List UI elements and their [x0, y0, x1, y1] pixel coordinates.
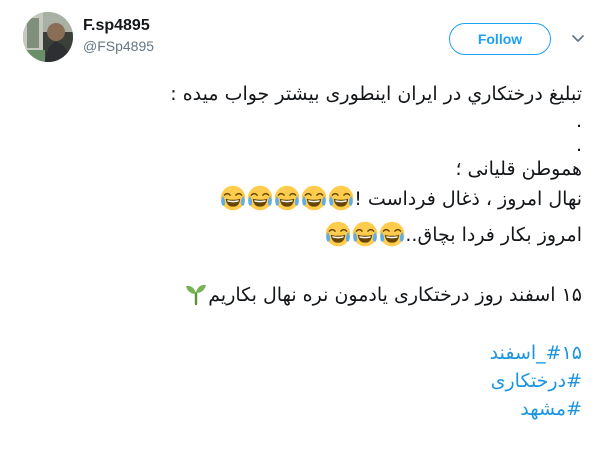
tweet-line-text: ۱۵ اسفند روز درختکاری یادمون نره نهال بک…: [208, 284, 582, 306]
tweet-line: امروز بکار فردا بچاق..: [22, 217, 582, 253]
tweet-line-text: امروز بکار فردا بچاق..: [405, 224, 582, 246]
laughing-face-icon: [274, 185, 300, 211]
laughing-face-icon: [379, 221, 405, 247]
hashtag-link[interactable]: #۱۵_اسفند: [22, 339, 582, 367]
laughing-face-icon: [247, 185, 273, 211]
tweet-header: F.sp4895 @FSp4895 Follow: [0, 0, 608, 70]
display-name[interactable]: F.sp4895: [83, 16, 154, 36]
tweet-line: ۱۵ اسفند روز درختکاری یادمون نره نهال بک…: [22, 277, 582, 313]
tweet-line: .: [575, 134, 582, 156]
seedling-icon: [186, 284, 207, 306]
laughing-face-icon: [301, 185, 327, 211]
laughing-face-icon: [220, 185, 246, 211]
user-handle[interactable]: @FSp4895: [83, 37, 154, 55]
avatar[interactable]: [23, 12, 73, 62]
tweet-line-text: نهال امروز ، ذغال فرداست !: [354, 188, 582, 210]
laughing-face-icon: [328, 185, 354, 211]
tweet-line: تبليغ درختکاري در ایران اینطوری بیشتر جو…: [170, 83, 582, 105]
tweet-text: تبليغ درختکاري در ایران اینطوری بیشتر جو…: [22, 82, 582, 423]
hashtag-link[interactable]: #درختکاری: [22, 367, 582, 395]
laughing-face-icon: [325, 221, 351, 247]
follow-button[interactable]: Follow: [449, 23, 551, 55]
tweet-line: هموطن قلیانی ؛: [455, 158, 582, 180]
laughing-face-icon: [352, 221, 378, 247]
tweet-line: .: [575, 110, 582, 132]
user-info[interactable]: F.sp4895 @FSp4895: [83, 16, 154, 55]
tweet-line: نهال امروز ، ذغال فرداست !: [22, 181, 582, 217]
hashtag-link[interactable]: #مشهد: [22, 395, 582, 423]
chevron-down-icon[interactable]: [571, 34, 585, 44]
